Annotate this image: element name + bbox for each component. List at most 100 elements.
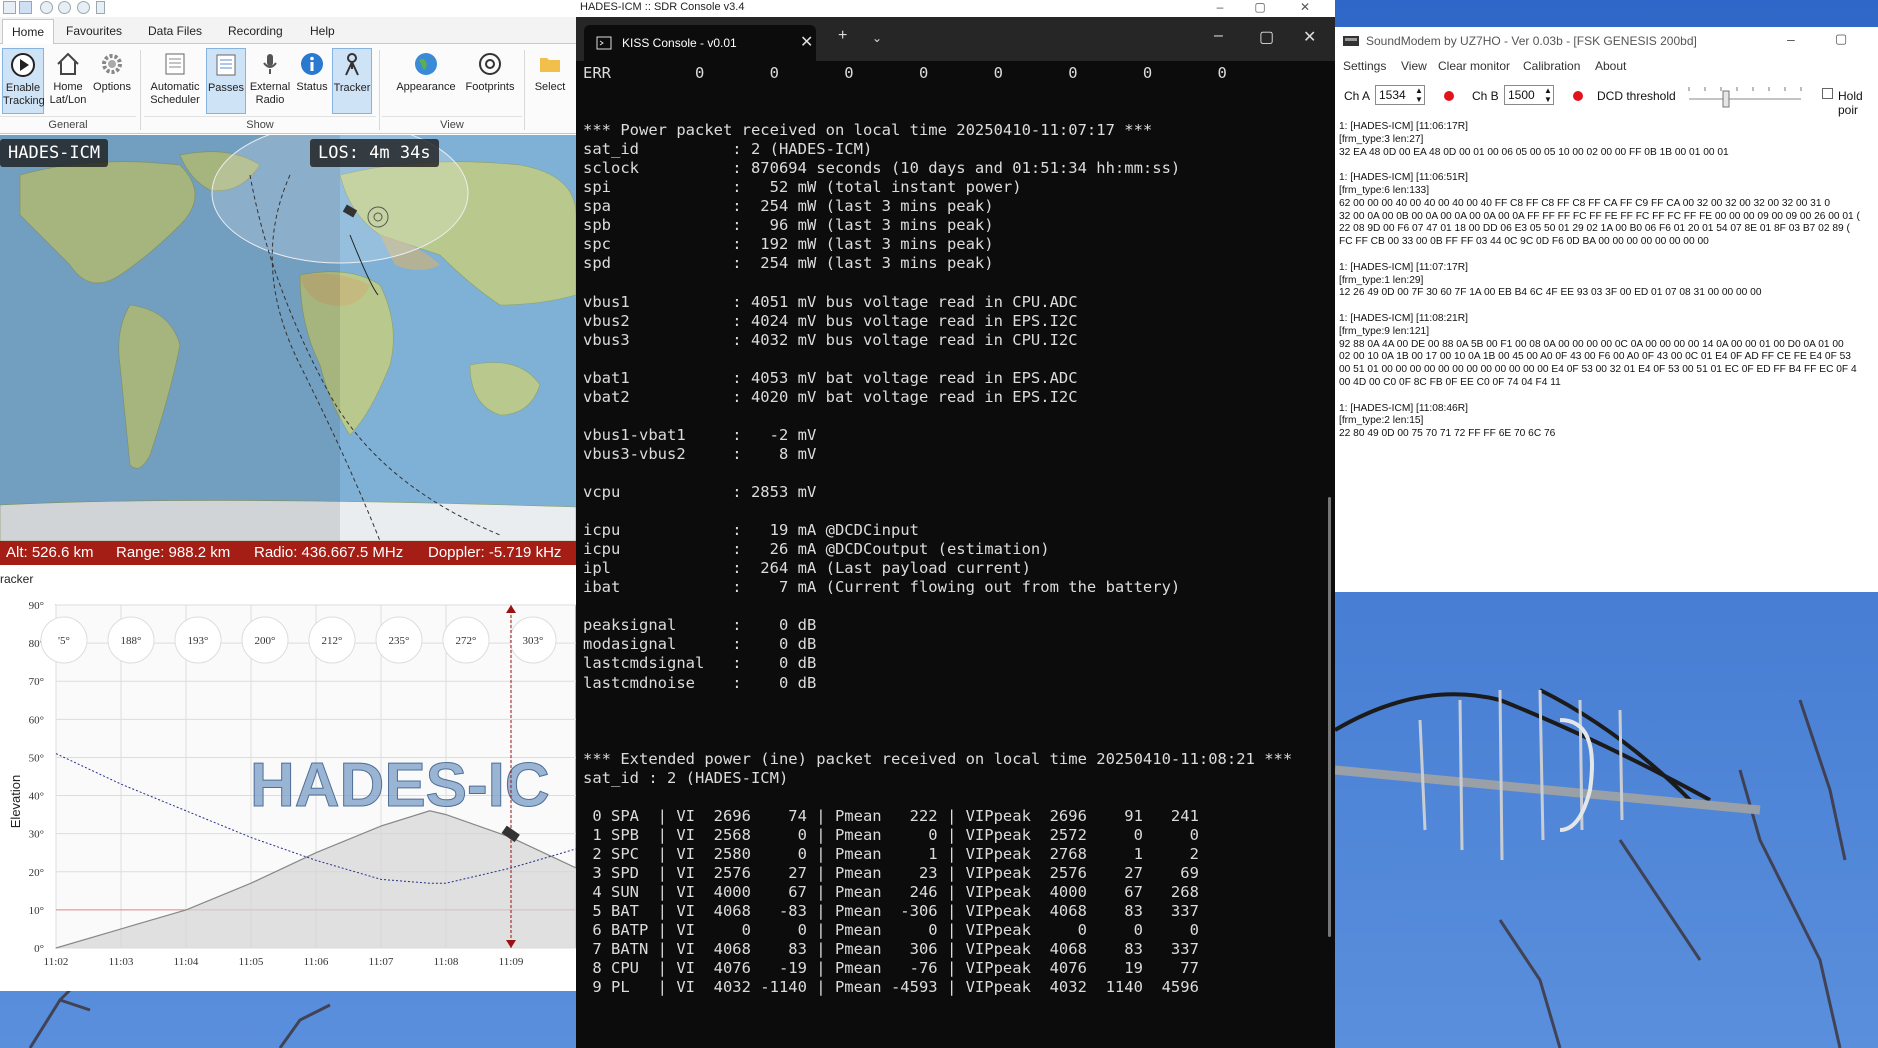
azimuth-label: 272° — [456, 635, 477, 647]
console-line: 5 BAT | VI 4068 -83 | Pmean -306 | VIPpe… — [583, 902, 1199, 921]
qat-app-icon[interactable] — [3, 1, 16, 14]
new-tab-icon[interactable]: + — [838, 27, 847, 45]
microphone-icon — [263, 54, 277, 74]
scheduler-icon — [165, 53, 185, 75]
y-tick-label: 90° — [29, 600, 44, 612]
maximize-button[interactable]: ▢ — [1250, 0, 1270, 14]
cha-spin-icon[interactable]: ▲ ▼ — [1415, 86, 1423, 104]
qat-layout-icon[interactable] — [19, 1, 32, 14]
kiss-output[interactable]: ERR 0 0 0 0 0 0 0 0 *** Power packet rec… — [583, 64, 1323, 1044]
home-latlon-button[interactable]: Home Lat/Lon — [48, 48, 88, 114]
kiss-titlebar: KISS Console - v0.01 ✕ + ⌄ – ▢ ✕ — [576, 17, 1335, 61]
console-line: *** Extended power (ine) packet received… — [583, 749, 1293, 768]
passes-button[interactable]: Passes — [206, 48, 246, 114]
menu-settings[interactable]: Settings — [1343, 59, 1386, 73]
console-line: spc : 192 mW (last 3 mins peak) — [583, 235, 994, 254]
status-button[interactable]: Status — [294, 48, 330, 114]
soundmodem-monitor-log[interactable]: 1: [HADES-ICM] [11:06:17R] [frm_type:3 l… — [1339, 121, 1874, 481]
kiss-minimize-button[interactable]: – — [1214, 27, 1223, 45]
console-line: lastcmdnoise : 0 dB — [583, 673, 817, 692]
azimuth-label: '5° — [58, 635, 70, 647]
tab-data-files[interactable]: Data Files — [148, 24, 202, 38]
kiss-maximize-button[interactable]: ▢ — [1259, 27, 1274, 47]
console-line: vbus3 : 4032 mV bus voltage read in CPU.… — [583, 330, 1078, 349]
world-map[interactable]: HADES-ICM LOS: 4m 34s — [0, 135, 576, 541]
azimuth-label: 188° — [121, 635, 142, 647]
y-tick-label: 10° — [29, 905, 44, 917]
soundmodem-app-icon — [1343, 36, 1359, 46]
close-button[interactable]: ✕ — [1295, 0, 1315, 14]
azimuth-label: 212° — [322, 635, 343, 647]
ribbon-tabs: Home Favourites Data Files Recording Hel… — [0, 17, 576, 45]
kiss-tab-title: KISS Console - v0.01 — [622, 36, 737, 50]
tab-help[interactable]: Help — [310, 24, 335, 38]
menu-clear-monitor[interactable]: Clear monitor — [1438, 59, 1510, 73]
sm-maximize-button[interactable]: ▢ — [1835, 31, 1847, 47]
los-countdown: LOS: 4m 34s — [310, 139, 439, 167]
x-tick-label: 11:07 — [369, 956, 394, 968]
kiss-scrollbar[interactable] — [1328, 497, 1331, 937]
dcd-threshold-slider[interactable] — [1685, 83, 1805, 111]
enable-tracking-button[interactable]: Enable Tracking — [2, 48, 45, 114]
tracker-button[interactable]: Tracker — [332, 48, 372, 114]
x-tick-label: 11:04 — [174, 956, 199, 968]
console-line: spi : 52 mW (total instant power) — [583, 178, 1022, 197]
qat-microphone-icon[interactable] — [96, 1, 105, 14]
qat-settings-icon[interactable] — [77, 1, 90, 14]
folder-icon — [540, 58, 560, 72]
close-tab-icon[interactable]: ✕ — [800, 32, 813, 52]
terminal-icon — [596, 36, 612, 50]
tracker-icon — [345, 53, 359, 76]
y-axis-label: Elevation — [8, 775, 23, 828]
azimuth-label: 193° — [188, 635, 209, 647]
y-tick-label: 0° — [34, 943, 44, 955]
soundmodem-window: SoundModem by UZ7HO - Ver 0.03b - [FSK G… — [1335, 27, 1878, 592]
console-line: 2 SPC | VI 2580 0 | Pmean 1 | VIPpeak 27… — [583, 844, 1199, 863]
qat-circle-icon[interactable] — [40, 1, 53, 14]
select-button[interactable]: Select — [530, 48, 570, 114]
tab-recording[interactable]: Recording — [228, 24, 283, 38]
appearance-label: Appearance — [396, 81, 456, 93]
hold-point-checkbox[interactable] — [1822, 88, 1833, 99]
footprints-button[interactable]: Footprints — [460, 48, 520, 114]
y-tick-label: 40° — [29, 791, 44, 803]
appearance-button[interactable]: Appearance — [394, 48, 458, 114]
group-show: Show — [144, 116, 376, 131]
menu-about[interactable]: About — [1595, 59, 1626, 73]
console-line: vbat2 : 4020 mV bat voltage read in EPS.… — [583, 387, 1078, 406]
console-line: 9 PL | VI 4032 -1140 | Pmean -4593 | VIP… — [583, 978, 1199, 997]
console-line: ibat : 7 mA (Current flowing out from th… — [583, 578, 1181, 597]
y-tick-label: 30° — [29, 829, 44, 841]
kiss-tab[interactable]: KISS Console - v0.01 ✕ — [584, 25, 816, 61]
tab-home[interactable]: Home — [2, 19, 55, 45]
menu-view[interactable]: View — [1401, 59, 1427, 73]
menu-calibration[interactable]: Calibration — [1523, 59, 1580, 73]
map-canvas — [0, 135, 576, 541]
tab-dropdown-icon[interactable]: ⌄ — [872, 31, 882, 45]
console-line: vcpu : 2853 mV — [583, 483, 817, 502]
sdr-window-title: HADES-ICM :: SDR Console v3.4 — [580, 1, 745, 13]
external-radio-button[interactable]: External Radio — [248, 48, 292, 114]
tracker-panel: racker 0° 10° 20° 30° 40° 50° 60° 70° 80° 90° 11:0… — [0, 570, 576, 988]
chb-spin-icon[interactable]: ▲ ▼ — [1544, 86, 1552, 104]
kiss-close-button[interactable]: ✕ — [1303, 27, 1316, 47]
console-line: vbus1-vbat1 : -2 mV — [583, 425, 817, 444]
sdr-titlebar[interactable]: HADES-ICM :: SDR Console v3.4 – ▢ ✕ — [0, 0, 1335, 17]
elevation-chart[interactable]: 0°10°20°30°40°50°60°70°80°90°11:02 11:03 1… — [0, 570, 576, 988]
tab-favourites[interactable]: Favourites — [66, 24, 122, 38]
qat-record-icon[interactable] — [58, 1, 71, 14]
play-icon — [11, 53, 35, 77]
azimuth-label: 235° — [389, 635, 410, 647]
x-tick-label: 11:08 — [434, 956, 459, 968]
options-button[interactable]: Options — [90, 48, 134, 114]
map-sat-name: HADES-ICM — [0, 139, 109, 167]
chart-watermark: HADES-IC — [250, 751, 550, 820]
radio-frequency-readout: Radio: 436.667.5 MHz — [254, 544, 404, 561]
minimize-button[interactable]: – — [1210, 0, 1230, 14]
sm-minimize-button[interactable]: – — [1787, 31, 1795, 47]
automatic-scheduler-button[interactable]: Automatic Scheduler — [146, 48, 204, 114]
